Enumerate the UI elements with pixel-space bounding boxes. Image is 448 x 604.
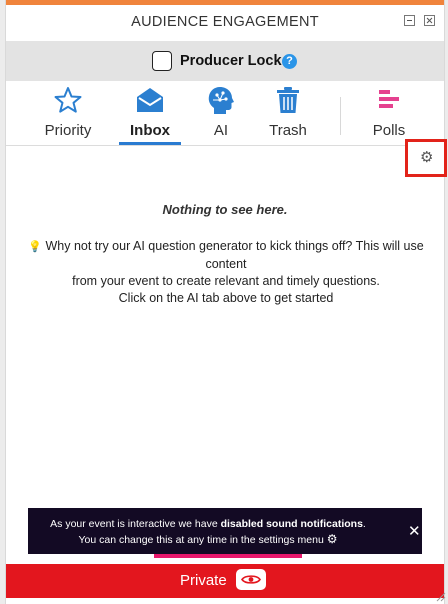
audience-engagement-panel: AUDIENCE ENGAGEMENT Producer Lock ? Prio… <box>5 0 447 604</box>
gear-icon: ⚙ <box>326 532 338 546</box>
tab-inbox-label: Inbox <box>130 122 170 139</box>
toast-text-line2: You can change this at any time in the s… <box>78 534 324 546</box>
window-title: AUDIENCE ENGAGEMENT <box>131 14 319 30</box>
star-icon <box>54 87 82 113</box>
empty-state-hint: 💡 Why not try our AI question generator … <box>12 238 440 307</box>
tab-trash[interactable]: Trash <box>258 81 318 145</box>
tab-priority[interactable]: Priority <box>30 81 106 145</box>
tab-ai[interactable]: AI <box>196 81 246 145</box>
empty-state-title: Nothing to see here. <box>162 202 288 217</box>
tab-polls[interactable]: Polls <box>362 81 416 145</box>
hint-line-2: from your event to create relevant and t… <box>72 274 380 288</box>
toast-text-prefix: As your event is interactive we have <box>50 518 221 530</box>
tab-inbox[interactable]: Inbox <box>116 81 184 145</box>
producer-lock-label: Producer Lock <box>180 53 282 69</box>
help-icon[interactable]: ? <box>282 54 297 69</box>
private-label: Private <box>180 572 227 589</box>
tab-polls-label: Polls <box>372 122 406 139</box>
active-tab-indicator <box>119 142 181 145</box>
visibility-toggle-button[interactable] <box>236 569 266 590</box>
polls-icon <box>379 90 399 108</box>
title-bar: AUDIENCE ENGAGEMENT <box>6 5 444 41</box>
settings-button[interactable]: ⚙ <box>405 139 447 177</box>
ai-head-icon <box>208 87 234 114</box>
toast-close-button[interactable]: ✕ <box>408 522 421 540</box>
gear-icon: ⚙ <box>420 149 434 166</box>
close-window-button[interactable] <box>424 15 435 26</box>
private-bar[interactable]: Private <box>6 564 444 598</box>
minimize-button[interactable] <box>404 15 415 26</box>
producer-lock-bar: Producer Lock ? <box>6 41 444 81</box>
lightbulb-icon: 💡 <box>28 241 42 253</box>
toast-message: As your event is interactive we have dis… <box>28 517 388 548</box>
sound-notification-toast: As your event is interactive we have dis… <box>28 508 422 554</box>
hint-line-3: Click on the AI tab above to get started <box>118 291 334 305</box>
envelope-icon <box>137 88 163 112</box>
tab-ai-label: AI <box>213 122 229 139</box>
resize-grip-icon[interactable] <box>434 590 446 602</box>
tab-priority-label: Priority <box>44 122 92 139</box>
hint-line-1: Why not try our AI question generator to… <box>45 239 424 271</box>
trash-icon <box>277 87 299 113</box>
toast-text-bold: disabled sound notifications <box>220 518 363 530</box>
eye-icon <box>241 575 261 584</box>
producer-lock-checkbox[interactable] <box>152 51 172 71</box>
toast-accent-strip <box>154 554 302 558</box>
toast-text-suffix: . <box>362 518 366 530</box>
tab-divider <box>340 97 341 135</box>
tab-trash-label: Trash <box>269 122 307 139</box>
tab-bar: Priority Inbox AI Trash Polls <box>6 81 444 146</box>
